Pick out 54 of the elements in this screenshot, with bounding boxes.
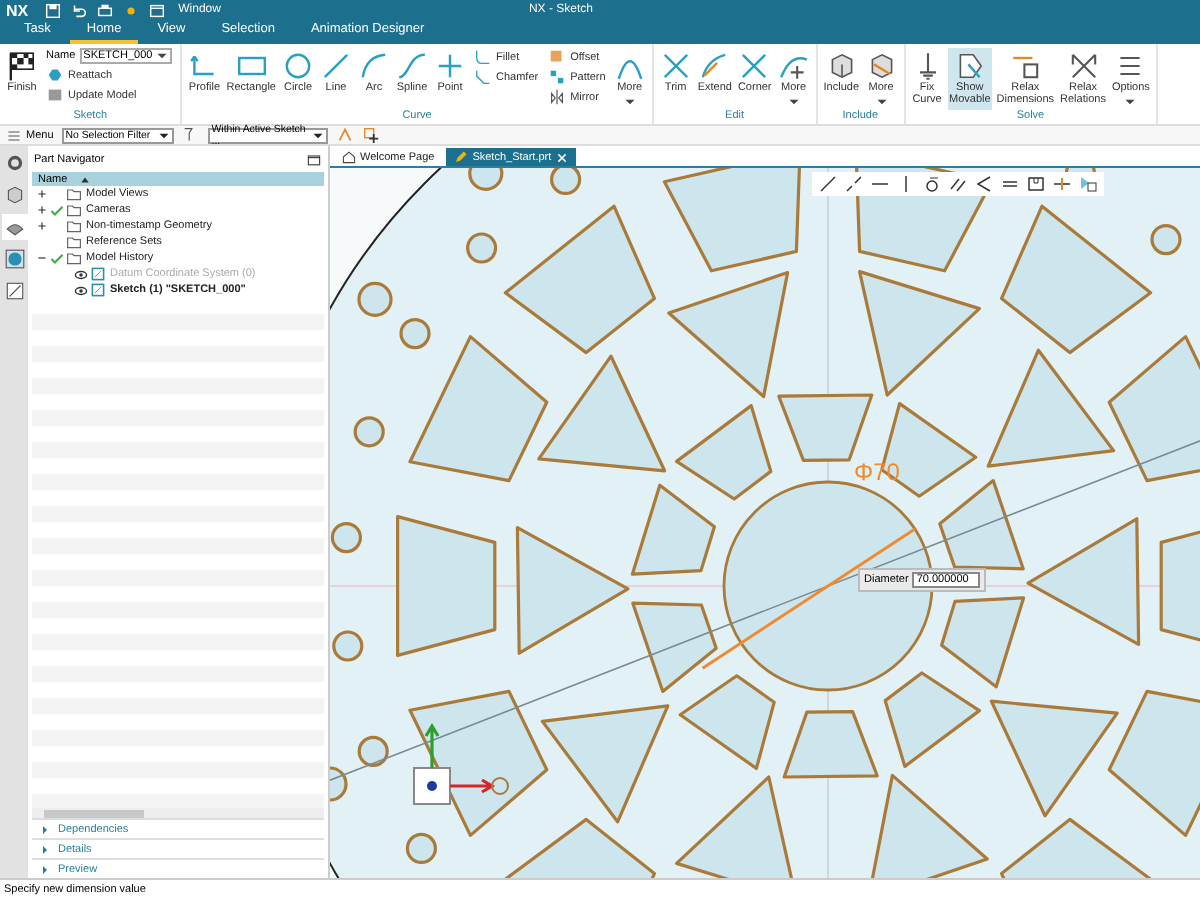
horizontal-scrollbar[interactable] [32,808,324,818]
angle-icon[interactable] [974,174,994,194]
sketch-tool-icon[interactable] [3,280,25,302]
coincident-icon[interactable] [818,174,838,194]
point-on-curve-icon[interactable] [844,174,864,194]
extend-icon [698,50,731,82]
caret-icon [157,131,170,139]
chamfer-icon [474,68,492,86]
tangent-icon[interactable] [922,174,942,194]
reattach-icon [46,66,64,84]
expand-icon[interactable] [36,220,48,232]
trim-icon [659,50,692,82]
undo-icon[interactable] [70,1,89,19]
circle-icon [282,50,314,82]
scrollbar-thumb[interactable] [44,809,144,817]
expand-icon[interactable] [36,188,48,200]
midpoint-icon[interactable] [1026,174,1046,194]
pattern-icon [548,68,567,86]
mirror-icon [548,88,567,106]
arc-icon [358,50,390,82]
point-icon [434,50,466,82]
parallel-icon[interactable] [948,174,968,194]
menu-icon [6,127,22,143]
relax-relations-icon [1067,50,1099,82]
update-model-icon [46,86,64,104]
eye-icon[interactable] [74,283,88,297]
checkered-flag-icon [6,50,38,82]
caret-icon [156,52,169,60]
fillet-icon [474,48,492,66]
inferred-constraints-icon[interactable] [1078,174,1098,194]
settings-icon[interactable] [3,152,25,174]
close-icon[interactable] [555,151,568,163]
window-icon[interactable] [148,1,167,19]
offset-icon [548,48,567,66]
collapse-icon[interactable] [36,252,48,264]
app-logo: NX [6,1,29,19]
check-icon[interactable] [50,251,64,265]
line-icon [320,50,352,82]
maximize-icon[interactable] [306,151,322,167]
globe-icon[interactable] [3,248,25,270]
perpendicular-icon[interactable] [1052,174,1072,194]
coordinate-triad-icon [413,722,509,805]
spline-icon [396,50,428,82]
layers-icon[interactable] [3,184,25,206]
home-icon [342,150,356,164]
sort-icon [79,175,90,183]
check-icon[interactable] [50,203,64,217]
print-icon[interactable] [96,1,115,19]
corner-icon [738,50,771,82]
expand-icon[interactable] [36,204,48,216]
pencil-icon [454,150,469,164]
caret-icon [311,131,324,139]
save-icon[interactable] [44,1,63,19]
plus-select-icon[interactable] [361,126,380,144]
